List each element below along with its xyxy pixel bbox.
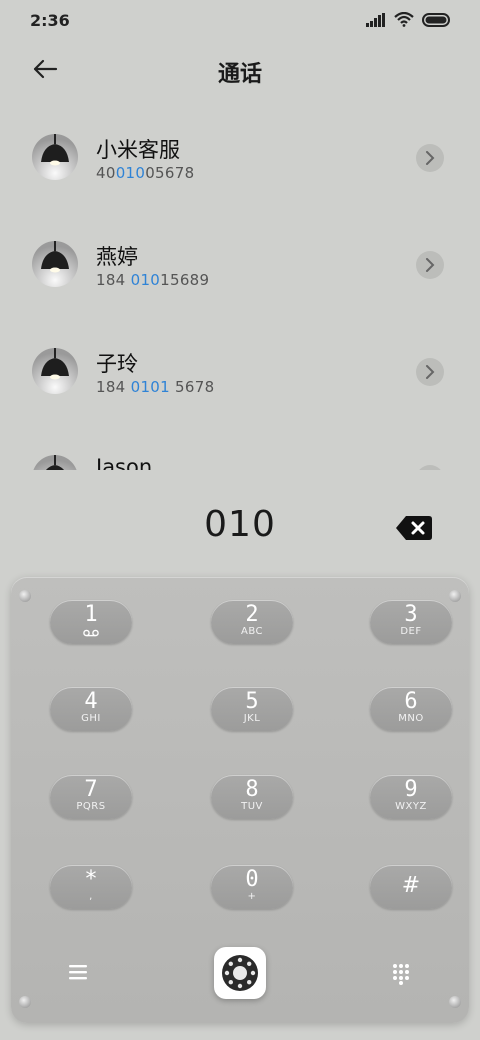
lamp-avatar-icon	[41, 241, 69, 273]
avatar	[32, 455, 78, 470]
keypad-panel: 1 2 ABC 3 DEF 4 GHI 5 JKL 6 MNO 7 PQRS 8…	[11, 577, 469, 1023]
contact-item[interactable]: 燕婷 184 01015689	[0, 217, 480, 317]
status-time: 2:36	[30, 11, 70, 30]
chevron-right-icon	[426, 151, 435, 165]
key-digit: 6	[404, 689, 418, 714]
key-9[interactable]: 9 WXYZ	[370, 775, 452, 819]
chevron-right-icon	[426, 258, 435, 272]
call-button[interactable]	[214, 947, 266, 999]
key-2[interactable]: 2 ABC	[211, 600, 293, 644]
key-3[interactable]: 3 DEF	[370, 600, 452, 644]
contact-name: 子玲	[96, 352, 138, 376]
key-digit: *	[84, 867, 98, 892]
key-digit: 8	[245, 777, 259, 802]
key-star[interactable]: * ,	[50, 865, 132, 909]
contact-detail-button[interactable]	[416, 465, 444, 470]
dial-display: 010	[0, 480, 480, 570]
key-digit: 7	[84, 777, 98, 802]
avatar	[32, 348, 78, 394]
contact-item[interactable]: 小米客服 4001005678	[0, 110, 480, 210]
avatar	[32, 241, 78, 287]
menu-button[interactable]	[67, 963, 91, 987]
chevron-right-icon	[426, 365, 435, 379]
wifi-icon	[394, 12, 414, 27]
contact-name: 燕婷	[96, 245, 138, 269]
contact-name: Jason	[96, 455, 153, 470]
backspace-icon	[396, 516, 432, 540]
lamp-avatar-icon	[45, 455, 65, 470]
key-letters: MNO	[398, 713, 424, 724]
page-title: 通话	[217, 62, 262, 87]
lamp-avatar-icon	[41, 348, 69, 380]
screw-icon	[449, 996, 461, 1008]
contact-detail-button[interactable]	[416, 251, 444, 279]
dialpad-toggle-button[interactable]	[391, 963, 415, 987]
contact-number: 184 0101 5678	[96, 378, 215, 396]
key-letters: TUV	[241, 801, 263, 812]
key-digit: 3	[404, 602, 418, 627]
contact-name: 小米客服	[96, 138, 180, 162]
contact-number: 184 01015689	[96, 271, 210, 289]
key-letters: PQRS	[76, 801, 106, 812]
key-1[interactable]: 1	[50, 600, 132, 644]
dialpad-grid-icon	[393, 964, 409, 985]
key-digit: 4	[84, 689, 98, 714]
screw-icon	[449, 590, 461, 602]
lamp-avatar-icon	[41, 134, 69, 166]
screw-icon	[19, 996, 31, 1008]
screw-icon	[19, 590, 31, 602]
key-digit: #	[401, 873, 421, 898]
key-0[interactable]: 0 +	[211, 865, 293, 909]
status-icons	[366, 12, 452, 27]
key-digit: 2	[245, 602, 259, 627]
contact-item[interactable]: 子玲 184 0101 5678	[0, 324, 480, 424]
key-letters: DEF	[400, 626, 422, 637]
header: 通话	[0, 44, 480, 96]
key-4[interactable]: 4 GHI	[50, 687, 132, 731]
key-letters: WXYZ	[395, 801, 427, 812]
key-digit: 0	[245, 867, 259, 892]
avatar	[32, 134, 78, 180]
key-8[interactable]: 8 TUV	[211, 775, 293, 819]
backspace-button[interactable]	[394, 514, 434, 542]
key-6[interactable]: 6 MNO	[370, 687, 452, 731]
key-7[interactable]: 7 PQRS	[50, 775, 132, 819]
key-letters: ,	[89, 891, 93, 902]
key-digit: 9	[404, 777, 418, 802]
contact-list[interactable]: 小米客服 4001005678 燕婷 184 01015689 子玲 184 0…	[0, 110, 480, 470]
key-letters: +	[247, 891, 257, 902]
key-hash[interactable]: #	[370, 865, 452, 909]
menu-icon	[69, 965, 87, 980]
voicemail-icon	[83, 629, 99, 637]
key-digit: 5	[245, 689, 259, 714]
key-5[interactable]: 5 JKL	[211, 687, 293, 731]
key-letters: JKL	[243, 713, 261, 724]
contact-detail-button[interactable]	[416, 358, 444, 386]
battery-icon	[422, 12, 450, 27]
key-letters: ABC	[240, 626, 263, 637]
key-digit: 1	[84, 602, 98, 627]
contact-number: 4001005678	[96, 164, 195, 182]
signal-icon	[366, 12, 385, 27]
contact-item[interactable]: Jason	[0, 431, 480, 470]
key-letters: GHI	[81, 713, 101, 724]
contact-detail-button[interactable]	[416, 144, 444, 172]
status-bar: 2:36	[0, 0, 480, 40]
call-dial-icon	[222, 955, 258, 991]
